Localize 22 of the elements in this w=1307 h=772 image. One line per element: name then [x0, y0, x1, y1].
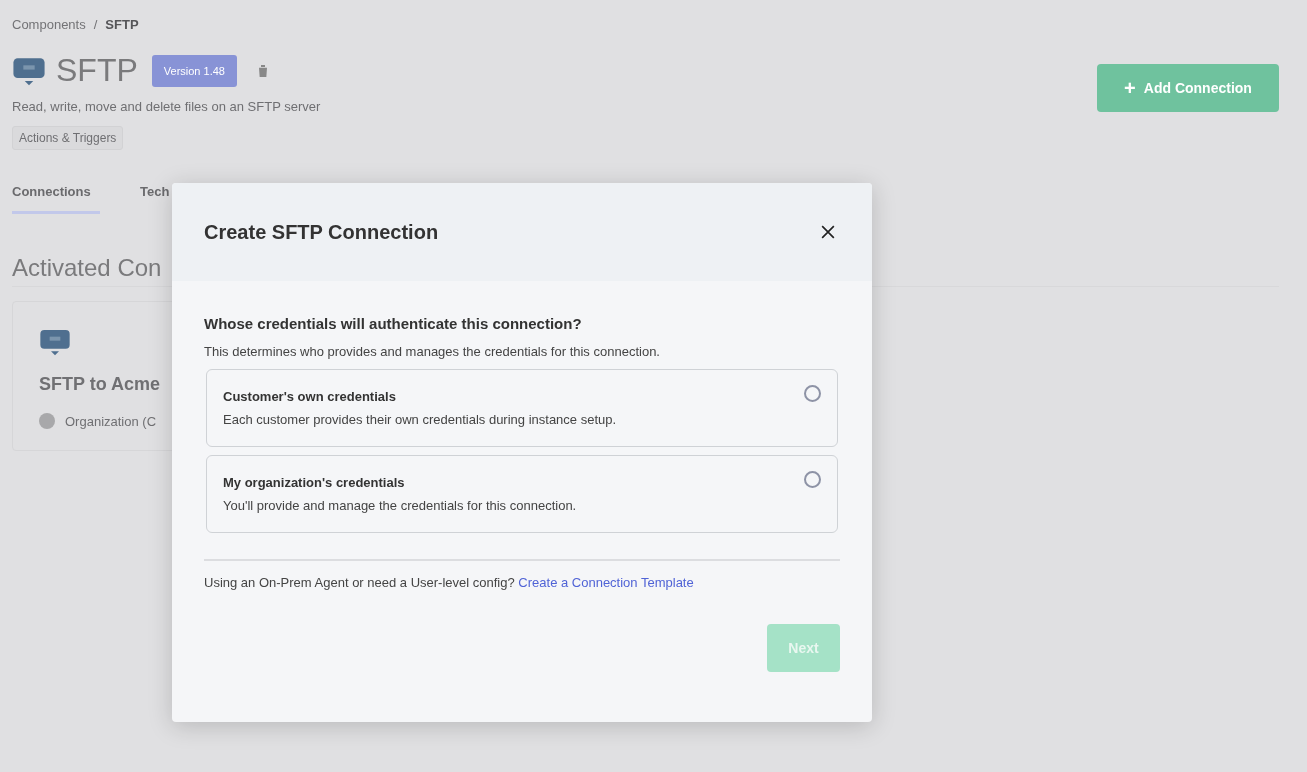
option-title: My organization's credentials	[223, 475, 406, 490]
radio-button[interactable]	[804, 471, 821, 488]
section-title: Activated Con	[12, 254, 163, 282]
breadcrumb-link[interactable]: Components	[12, 16, 86, 32]
connection-name: SFTP to Acme	[39, 374, 162, 395]
version-badge[interactable]: Version 1.48	[151, 54, 237, 87]
add-connection-button[interactable]: + Add Connection	[1097, 64, 1279, 112]
option-description: You'll provide and manage the credentials for this connection.	[223, 498, 577, 513]
template-link[interactable]: Create a Connection Template	[518, 575, 694, 590]
option-card[interactable]: My organization's credentials You'll provide and manage the credentials for this connection.	[206, 455, 838, 533]
breadcrumb-separator: /	[93, 16, 98, 32]
tab[interactable]: Connections	[12, 184, 100, 214]
page-description: Read, write, move and delete files on an SFTP server	[12, 99, 321, 114]
footer-text: Using an On-Prem Agent or need a User-level config? Create a Connection Template	[204, 575, 695, 590]
dialog-title: Create SFTP Connection	[204, 220, 439, 244]
plus-icon: +	[1124, 76, 1136, 100]
option-card[interactable]: Customer's own credentials Each customer provides their own credentials during instance setup.	[206, 369, 838, 447]
radio-button[interactable]	[804, 385, 821, 402]
owner-label: Organization (C	[65, 413, 157, 429]
breadcrumb-link[interactable]: SFTP	[105, 16, 139, 32]
category-tag: Actions & Triggers	[12, 126, 124, 150]
page-title: SFTP	[56, 52, 138, 89]
